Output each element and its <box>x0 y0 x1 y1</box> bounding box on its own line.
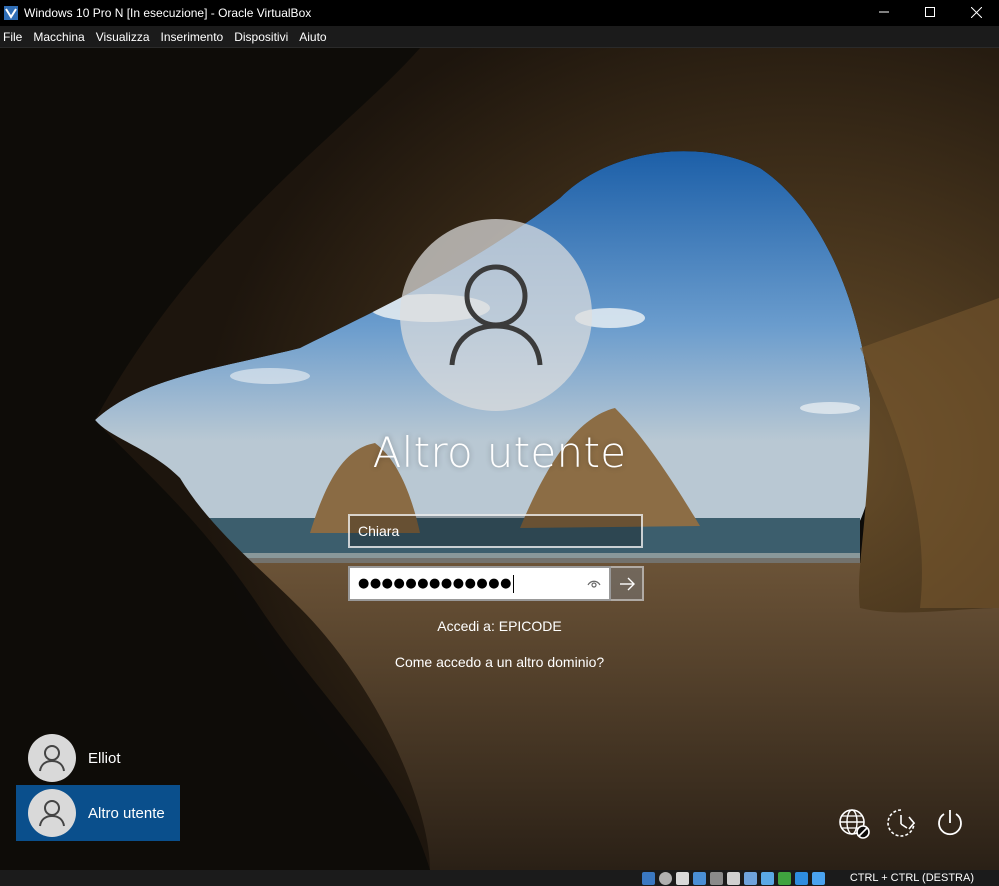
host-key-label: CTRL + CTRL (DESTRA) <box>849 872 974 884</box>
recording-icon[interactable] <box>761 872 774 885</box>
minimize-icon <box>879 11 889 13</box>
user-avatar-small <box>28 789 76 837</box>
password-field[interactable]: ●●●●●●●●●●●●● <box>348 566 611 601</box>
menu-aiuto[interactable]: Aiuto <box>295 30 333 44</box>
device-status-icons <box>642 872 825 885</box>
user-tile-label: Altro utente <box>88 804 165 822</box>
close-button[interactable] <box>953 0 999 24</box>
menu-dispositivi[interactable]: Dispositivi <box>230 30 295 44</box>
network-button[interactable] <box>837 806 871 840</box>
shared-folders-icon[interactable] <box>727 872 740 885</box>
close-icon <box>970 6 982 18</box>
minimize-button[interactable] <box>861 0 907 24</box>
domain-help-link[interactable]: Come accedo a un altro dominio? <box>0 654 999 670</box>
keyboard-capture-icon[interactable] <box>812 872 825 885</box>
menu-file[interactable]: File <box>0 30 29 44</box>
user-tile-label: Elliot <box>88 749 121 767</box>
hard-disk-icon[interactable] <box>642 872 655 885</box>
login-title: Altro utente <box>372 428 627 477</box>
user-icon <box>39 745 65 772</box>
user-tile-elliot[interactable]: Elliot <box>16 730 180 786</box>
status-bar: CTRL + CTRL (DESTRA) <box>0 870 999 886</box>
maximize-button[interactable] <box>907 0 953 24</box>
user-icon <box>39 800 65 827</box>
accessibility-button[interactable] <box>884 806 918 840</box>
maximize-icon <box>925 7 935 17</box>
password-row: ●●●●●●●●●●●●● <box>348 566 644 601</box>
user-avatar-large <box>400 219 592 411</box>
submit-button[interactable] <box>611 566 644 601</box>
display-icon[interactable] <box>744 872 757 885</box>
domain-help-text[interactable]: Come accedo a un altro dominio? <box>395 654 604 670</box>
menu-inserimento[interactable]: Inserimento <box>157 30 231 44</box>
cpu-icon[interactable] <box>778 872 791 885</box>
network-status-icon[interactable] <box>693 872 706 885</box>
accessibility-icon <box>887 809 916 837</box>
power-button[interactable] <box>933 806 967 840</box>
menu-bar: File Macchina Visualizza Inserimento Dis… <box>0 26 999 48</box>
menu-visualizza[interactable]: Visualizza <box>92 30 157 44</box>
arrow-right-icon <box>619 577 635 590</box>
username-value: Chiara <box>358 523 400 539</box>
user-avatar-small <box>28 734 76 782</box>
mouse-integration-icon[interactable] <box>795 872 808 885</box>
domain-info: Accedi a: EPICODE <box>437 618 562 634</box>
menu-macchina[interactable]: Macchina <box>29 30 91 44</box>
network-icon <box>839 809 870 839</box>
window-title: Windows 10 Pro N [In esecuzione] - Oracl… <box>24 6 312 20</box>
password-mask: ●●●●●●●●●●●●● <box>358 576 512 591</box>
usb-icon[interactable] <box>710 872 723 885</box>
username-field[interactable]: Chiara <box>348 514 643 548</box>
audio-icon[interactable] <box>676 872 689 885</box>
user-tile-altro-utente[interactable]: Altro utente <box>16 785 180 841</box>
power-icon <box>938 810 962 836</box>
virtualbox-icon <box>4 6 18 20</box>
vm-screen[interactable]: Altro utente Chiara ●●●●●●●●●●●●● Accedi… <box>0 48 999 870</box>
user-icon <box>449 264 543 366</box>
window-titlebar[interactable]: Windows 10 Pro N [In esecuzione] - Oracl… <box>0 0 999 26</box>
optical-drive-icon[interactable] <box>659 872 672 885</box>
reveal-password-icon[interactable] <box>587 578 601 590</box>
text-caret <box>512 574 514 593</box>
